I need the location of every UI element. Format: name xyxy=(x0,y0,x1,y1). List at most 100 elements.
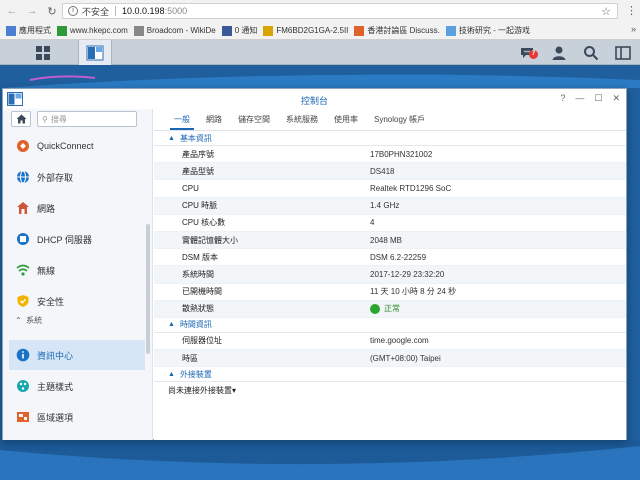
close-button[interactable]: ✕ xyxy=(612,93,620,104)
control-panel-taskbar-button[interactable] xyxy=(78,40,112,65)
bookmarks-bar: 應用程式 www.hkepc.com Broadcom - WikiDe 0 通知 FM… xyxy=(0,22,640,39)
tab-4[interactable]: 使用率 xyxy=(326,114,366,130)
row-value: 1.4 GHz xyxy=(370,201,400,211)
quickconnect-icon xyxy=(15,138,31,154)
theme-icon xyxy=(15,378,31,394)
sidebar-item-theme[interactable]: 主題樣式 xyxy=(9,371,145,401)
bookmark-item[interactable]: 應用程式 xyxy=(6,25,51,36)
row-label: 已開機時間 xyxy=(182,287,222,297)
notification-badge: 7 xyxy=(529,50,538,59)
user-button[interactable] xyxy=(550,44,568,62)
caret-down-icon[interactable]: ▾ xyxy=(232,386,236,395)
row-label: 散熱狀態 xyxy=(182,304,214,314)
sidebar-item-globe[interactable]: 外部存取 xyxy=(9,162,145,192)
sidebar-item-info[interactable]: 資訊中心 xyxy=(9,340,145,370)
browser-chrome: ← → ↻ i 不安全 10.0.0.198:5000 ☆ ⋮ 應用程式 www.… xyxy=(0,0,640,40)
wifi-icon xyxy=(15,262,31,278)
control-panel-icon xyxy=(86,45,104,60)
sidebar-item-label: 外部存取 xyxy=(37,172,74,183)
tab-0[interactable]: 一般 xyxy=(166,114,198,130)
address-bar[interactable]: i 不安全 10.0.0.198:5000 ☆ xyxy=(62,3,618,19)
row-value: 4 xyxy=(370,218,375,228)
browser-menu-icon[interactable]: ⋮ xyxy=(626,4,637,17)
table-row: 時區 (GMT+08:00) Taipei xyxy=(154,350,626,368)
row-label: 伺服器位址 xyxy=(182,336,222,346)
security-label: 不安全 xyxy=(82,6,110,17)
tab-2[interactable]: 儲存空間 xyxy=(230,114,278,130)
url-host: 10.0.0.198 xyxy=(122,6,165,16)
table-row: 系統時間 2017-12-29 23:32:20 xyxy=(154,266,626,284)
tab-5[interactable]: Synology 帳戶 xyxy=(366,114,433,130)
search-icon: ⚲ xyxy=(42,114,48,124)
forward-icon[interactable]: → xyxy=(24,3,40,19)
bookmark-icon xyxy=(263,25,274,36)
sidebar-item-dhcp[interactable]: DHCP 伺服器 xyxy=(9,224,145,254)
sidebar-item-label: DHCP 伺服器 xyxy=(37,234,92,245)
sidebar-scrollbar[interactable] xyxy=(146,224,150,354)
bookmark-label: 技術研究 - 一起游戏 xyxy=(458,26,530,35)
bookmark-item[interactable]: 香港討論區 Discuss. xyxy=(354,25,440,36)
section-external-devices[interactable]: ▲ 外接裝置 xyxy=(154,367,626,383)
table-row: 已開機時間 11 天 10 小時 8 分 24 秒 xyxy=(154,284,626,301)
section-time-info[interactable]: ▲ 時間資訊 xyxy=(154,318,626,333)
divider xyxy=(115,6,117,16)
back-icon[interactable]: ← xyxy=(4,3,20,19)
sidebar-search-input[interactable]: ⚲ 搜尋 xyxy=(37,111,137,127)
bookmark-item[interactable]: www.hkepc.com xyxy=(57,25,128,36)
row-label: 實體記憶體大小 xyxy=(182,235,238,245)
search-icon xyxy=(584,46,599,61)
chevron-up-icon[interactable]: ⌃ xyxy=(15,316,22,325)
section-title: 時間資訊 xyxy=(179,320,212,330)
minimize-button[interactable]: — xyxy=(575,93,584,104)
bookmark-label: 香港討論區 Discuss. xyxy=(367,26,440,35)
widgets-icon xyxy=(615,46,631,60)
bookmark-item[interactable]: FM6BD2G1GA-2.5II xyxy=(263,25,349,36)
row-label: DSM 版本 xyxy=(182,252,218,262)
address-row: ← → ↻ i 不安全 10.0.0.198:5000 ☆ ⋮ xyxy=(0,0,640,22)
row-value: 2017-12-29 23:32:20 xyxy=(370,269,445,279)
globe-icon xyxy=(15,169,31,185)
row-label: 產品型號 xyxy=(182,166,214,176)
row-value: Realtek RTD1296 SoC xyxy=(370,183,452,193)
reload-icon[interactable]: ↻ xyxy=(44,3,60,19)
row-value: 11 天 10 小時 8 分 24 秒 xyxy=(370,287,457,297)
tab-3[interactable]: 系統服務 xyxy=(278,114,326,130)
window-titlebar[interactable]: 控制台 ? — ☐ ✕ xyxy=(3,89,626,109)
notifications-button[interactable]: 7 xyxy=(518,44,538,62)
bookmark-item[interactable]: Broadcom - WikiDe xyxy=(133,25,216,36)
home-icon xyxy=(16,114,26,124)
control-panel-window: 控制台 ? — ☐ ✕ ⚲ 搜尋 QuickConnect 外部存取 網路 DHCP … xyxy=(2,88,627,440)
sidebar-item-wifi[interactable]: 無線 xyxy=(9,255,145,285)
widgets-button[interactable] xyxy=(614,44,632,62)
sidebar-item-region[interactable]: 區域選項 xyxy=(9,402,145,432)
row-value: DSM 6.2-22259 xyxy=(370,252,427,262)
desktop-wallpaper-bottom xyxy=(0,440,640,480)
sidebar-group-label: ⌃ 系統 xyxy=(15,315,42,326)
main-menu-button[interactable] xyxy=(18,40,68,65)
bookmark-label: FM6BD2G1GA-2.5II xyxy=(276,26,349,35)
sidebar-item-house-network[interactable]: 網路 xyxy=(9,193,145,223)
section-title: 基本資訊 xyxy=(179,133,212,143)
help-button[interactable]: ? xyxy=(560,93,565,104)
apps-grid-icon xyxy=(6,25,16,36)
row-label: 系統時間 xyxy=(182,269,214,279)
sidebar-item-shield[interactable]: 安全性 xyxy=(9,286,145,316)
bookmark-star-icon[interactable]: ☆ xyxy=(601,5,611,18)
tab-1[interactable]: 網路 xyxy=(198,114,230,130)
bookmark-item[interactable]: 技術研究 - 一起游戏 xyxy=(445,25,530,36)
region-icon xyxy=(15,409,31,425)
maximize-button[interactable]: ☐ xyxy=(594,93,602,104)
chevron-up-icon: ▲ xyxy=(168,321,175,329)
table-row: DSM 版本 DSM 6.2-22259 xyxy=(154,249,626,267)
search-button[interactable] xyxy=(582,44,600,62)
bookmark-item[interactable]: 0 通知 xyxy=(221,25,257,36)
sidebar-item-quickconnect[interactable]: QuickConnect xyxy=(9,131,145,161)
bookmark-label: 應用程式 xyxy=(19,26,51,35)
info-icon[interactable]: i xyxy=(68,6,78,16)
page-icon xyxy=(133,25,144,36)
home-button[interactable] xyxy=(11,111,31,127)
search-placeholder: 搜尋 xyxy=(50,114,67,124)
more-bookmarks-icon[interactable]: » xyxy=(631,24,636,34)
shield-icon xyxy=(15,293,31,309)
section-basic-info[interactable]: ▲ 基本資訊 xyxy=(154,131,626,146)
